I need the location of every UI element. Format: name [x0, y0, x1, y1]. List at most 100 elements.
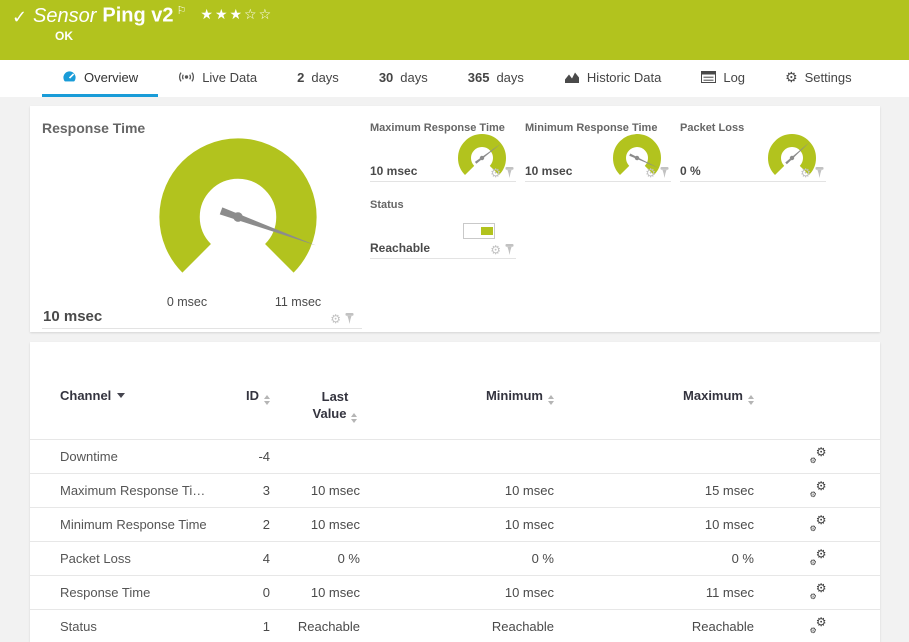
table-header-row: Channel ID Last Value Minimum Maximum	[30, 342, 880, 440]
cell-last-value: 10 msec	[272, 576, 362, 610]
cell-id: 1	[210, 610, 272, 642]
tab-live-data[interactable]: Live Data	[158, 60, 277, 97]
object-kind-label: Sensor	[33, 5, 96, 27]
cell-minimum: Reachable	[362, 610, 556, 642]
channel-settings-icon[interactable]: ⚙⚙	[810, 448, 827, 463]
pin-icon[interactable]	[505, 167, 514, 178]
cell-maximum	[556, 440, 756, 474]
column-header-last-value[interactable]: Last Value	[272, 342, 362, 440]
mini-gauge-actions[interactable]: ⚙	[490, 167, 514, 178]
cell-channel[interactable]: Status	[30, 610, 210, 642]
cell-channel[interactable]: Maximum Response Ti…	[30, 474, 210, 508]
gear-icon[interactable]: ⚙	[800, 168, 811, 178]
content-area: Response Time 0 msec 11 msec 10 msec ⚙ M…	[0, 97, 909, 642]
gauge-value: 10 msec	[43, 308, 102, 325]
sort-icon	[748, 395, 754, 405]
channel-settings-icon[interactable]: ⚙⚙	[810, 482, 827, 497]
status-toggle-indicator	[463, 223, 495, 239]
cell-last-value: 10 msec	[272, 474, 362, 508]
cell-last-value: 0 %	[272, 542, 362, 576]
pin-icon[interactable]	[505, 244, 514, 255]
cell-id: 3	[210, 474, 272, 508]
cell-channel[interactable]: Downtime	[30, 440, 210, 474]
cell-minimum	[362, 440, 556, 474]
cell-maximum: 0 %	[556, 542, 756, 576]
pin-icon[interactable]	[345, 313, 354, 324]
sort-icon	[264, 395, 270, 405]
tab-log[interactable]: Log	[681, 60, 765, 97]
tab-settings[interactable]: ⚙ Settings	[765, 60, 872, 97]
cell-channel[interactable]: Response Time	[30, 576, 210, 610]
channels-panel: Channel ID Last Value Minimum Maximum Do…	[30, 342, 880, 642]
table-row[interactable]: Minimum Response Time 2 10 msec 10 msec …	[30, 508, 880, 542]
table-row[interactable]: Status 1 Reachable Reachable Reachable ⚙…	[30, 610, 880, 642]
cell-minimum: 10 msec	[362, 508, 556, 542]
gauge-actions[interactable]: ⚙	[330, 313, 354, 324]
mini-gauge-value: Reachable	[370, 241, 430, 255]
channels-tbody: Downtime -4 ⚙⚙ Maximum Response Ti… 3 10…	[30, 440, 880, 642]
mini-gauge-actions[interactable]: ⚙	[800, 167, 824, 178]
mini-gauge-value: 10 msec	[370, 164, 417, 178]
pin-icon[interactable]	[660, 167, 669, 178]
cell-id: 0	[210, 576, 272, 610]
sensor-header: ✓ SensorPing v2⚐★★★☆☆ OK	[0, 0, 909, 60]
sort-desc-icon	[117, 393, 125, 398]
gear-icon[interactable]: ⚙	[490, 168, 501, 178]
sensor-title-line: SensorPing v2⚐★★★☆☆	[33, 4, 273, 28]
table-row[interactable]: Packet Loss 4 0 % 0 % 0 % ⚙⚙	[30, 542, 880, 576]
cell-last-value: 10 msec	[272, 508, 362, 542]
priority-stars-icon[interactable]: ★★★☆☆	[200, 6, 273, 22]
tab-365-days[interactable]: 365 days	[448, 60, 544, 97]
channel-settings-icon[interactable]: ⚙⚙	[810, 618, 827, 633]
gauge-max-label: 11 msec	[268, 295, 328, 309]
sensor-status-badge: OK	[55, 29, 73, 43]
mini-card-minimum-response-time: Minimum Response Time 10 msec ⚙	[525, 119, 671, 182]
cell-channel[interactable]: Minimum Response Time	[30, 508, 210, 542]
mini-gauge-actions[interactable]: ⚙	[490, 244, 514, 255]
channel-settings-icon[interactable]: ⚙⚙	[810, 516, 827, 531]
tab-overview[interactable]: Overview	[42, 60, 158, 97]
cell-maximum: Reachable	[556, 610, 756, 642]
broadcast-icon	[178, 70, 195, 84]
channel-settings-icon[interactable]: ⚙⚙	[810, 550, 827, 565]
cell-id: 4	[210, 542, 272, 576]
channels-table: Channel ID Last Value Minimum Maximum Do…	[30, 342, 880, 642]
tab-historic-data[interactable]: Historic Data	[544, 60, 681, 97]
status-check-icon: ✓	[12, 7, 27, 28]
mini-gauge-value: 10 msec	[525, 164, 572, 178]
tab-30-days[interactable]: 30 days	[359, 60, 448, 97]
gear-icon[interactable]: ⚙	[330, 314, 341, 324]
gauges-panel: Response Time 0 msec 11 msec 10 msec ⚙ M…	[30, 106, 880, 332]
column-header-channel[interactable]: Channel	[30, 342, 210, 440]
mini-gauge-title: Status	[370, 196, 516, 211]
column-header-minimum[interactable]: Minimum	[362, 342, 556, 440]
table-row[interactable]: Response Time 0 10 msec 10 msec 11 msec …	[30, 576, 880, 610]
cell-channel[interactable]: Packet Loss	[30, 542, 210, 576]
flag-icon[interactable]: ⚐	[177, 5, 187, 17]
cell-id: -4	[210, 440, 272, 474]
response-time-gauge-card: Response Time 0 msec 11 msec 10 msec ⚙	[42, 118, 362, 329]
cell-maximum: 11 msec	[556, 576, 756, 610]
column-header-id[interactable]: ID	[210, 342, 272, 440]
chart-icon	[564, 71, 580, 84]
sort-icon	[351, 413, 357, 423]
tab-2-days[interactable]: 2 days	[277, 60, 359, 97]
mini-gauge-value: 0 %	[680, 164, 701, 178]
channel-settings-icon[interactable]: ⚙⚙	[810, 584, 827, 599]
cell-minimum: 10 msec	[362, 576, 556, 610]
gear-icon[interactable]: ⚙	[490, 245, 501, 255]
cell-minimum: 0 %	[362, 542, 556, 576]
sensor-page: ✓ SensorPing v2⚐★★★☆☆ OK Overview Live D…	[0, 0, 909, 642]
mini-gauge-actions[interactable]: ⚙	[645, 167, 669, 178]
gear-icon: ⚙	[785, 70, 798, 84]
sort-icon	[548, 395, 554, 405]
response-time-gauge	[153, 132, 323, 302]
table-row[interactable]: Downtime -4 ⚙⚙	[30, 440, 880, 474]
pin-icon[interactable]	[815, 167, 824, 178]
gear-icon[interactable]: ⚙	[645, 168, 656, 178]
cell-maximum: 10 msec	[556, 508, 756, 542]
column-header-maximum[interactable]: Maximum	[556, 342, 756, 440]
cell-id: 2	[210, 508, 272, 542]
cell-last-value	[272, 440, 362, 474]
table-row[interactable]: Maximum Response Ti… 3 10 msec 10 msec 1…	[30, 474, 880, 508]
